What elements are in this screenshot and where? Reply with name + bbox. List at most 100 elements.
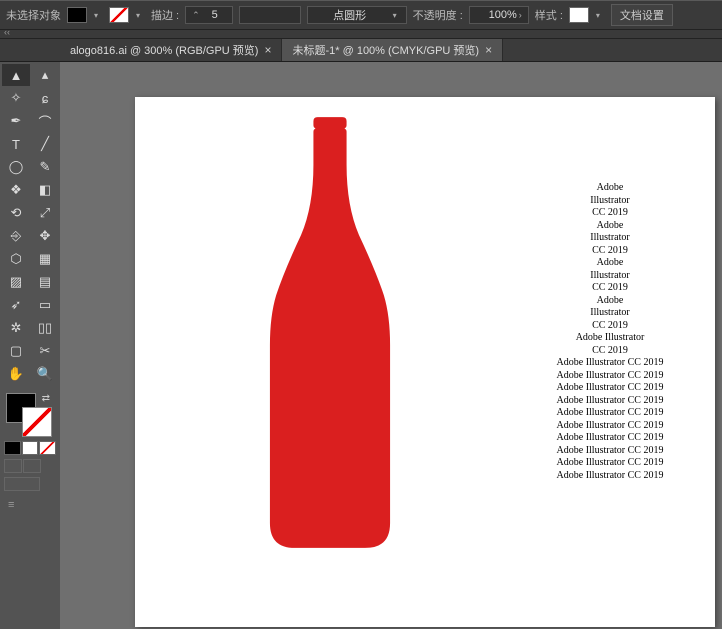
document-setup-button[interactable]: 文档设置: [611, 4, 673, 26]
color-mode-gradient-icon[interactable]: [22, 441, 39, 455]
opacity-value: 100%: [474, 9, 517, 21]
style-label: 样式 :: [535, 7, 563, 23]
watermark-line: CC 2019: [545, 282, 675, 295]
tab-alogo816[interactable]: alogo816.ai @ 300% (RGB/GPU 预览) ×: [60, 39, 282, 61]
watermark-line: Adobe: [545, 257, 675, 270]
fill-stroke-control[interactable]: ⇄: [6, 393, 52, 437]
watermark-line: Adobe: [545, 295, 675, 308]
fill-swatch-icon: [67, 7, 87, 23]
stroke-width-profile-combo[interactable]: [239, 6, 301, 24]
close-icon[interactable]: ×: [485, 44, 492, 56]
canvas-area[interactable]: AdobeIllustratorCC 2019AdobeIllustratorC…: [60, 62, 722, 629]
screen-mode-button[interactable]: [4, 477, 56, 491]
swap-fill-stroke-icon[interactable]: ⇄: [42, 393, 50, 404]
line-segment-tool[interactable]: ╱: [31, 133, 59, 155]
artboard-tool[interactable]: ▢: [2, 340, 30, 362]
brush-profile-field[interactable]: 点圆形 ▾: [307, 6, 407, 24]
watermark-line: Adobe Illustrator CC 2019: [545, 395, 675, 408]
watermark-line: Illustrator: [545, 307, 675, 320]
chevron-down-icon: ▾: [89, 8, 103, 22]
chevron-updown-icon: ⌃: [190, 10, 202, 21]
rotate-tool[interactable]: ⟲: [2, 202, 30, 224]
artboard: AdobeIllustratorCC 2019AdobeIllustratorC…: [135, 97, 715, 627]
slice-tool[interactable]: ✂: [31, 340, 59, 362]
direct-selection-tool[interactable]: ▴: [31, 64, 59, 86]
panel-drag-handle-icon[interactable]: ≡: [8, 499, 60, 511]
watermark-line: Adobe Illustrator CC 2019: [545, 445, 675, 458]
stroke-weight-input[interactable]: ⌃: [185, 6, 233, 24]
pen-tool[interactable]: ✒: [2, 110, 30, 132]
watermark-line: CC 2019: [545, 207, 675, 220]
watermark-line: Adobe Illustrator CC 2019: [545, 370, 675, 383]
style-swatch-icon: [569, 7, 589, 23]
mesh-tool[interactable]: ▨: [2, 271, 30, 293]
paintbrush-tool[interactable]: ✎: [31, 156, 59, 178]
watermark-line: Adobe Illustrator CC 2019: [545, 357, 675, 370]
type-tool[interactable]: T: [2, 133, 30, 155]
wine-bottle-shape[interactable]: [265, 115, 395, 550]
tools-panel: ▲▴✧ɕ✒⌒T╱◯✎❖◧⟲⤢⎆✥⬡▦▨▤➶▭✲▯▯▢✂✋🔍 ⇄ ≡: [0, 62, 60, 629]
watermark-line: Adobe Illustrator: [545, 332, 675, 345]
selection-tool[interactable]: ▲: [2, 64, 30, 86]
brush-profile-group[interactable]: 点圆形 ▾: [307, 6, 407, 24]
screen-mode-icon[interactable]: [4, 459, 22, 473]
watermark-line: Adobe Illustrator CC 2019: [545, 457, 675, 470]
watermark-line: Illustrator: [545, 232, 675, 245]
fill-swatch-group[interactable]: ▾: [67, 7, 103, 23]
graphic-style-combo[interactable]: ▾: [569, 7, 605, 23]
collapse-bar[interactable]: [0, 30, 722, 39]
chevron-right-icon: ›: [517, 10, 524, 20]
eraser-tool[interactable]: ◧: [31, 179, 59, 201]
stroke-weight-field[interactable]: [202, 8, 228, 22]
tab-label: alogo816.ai @ 300% (RGB/GPU 预览): [70, 42, 258, 58]
eyedropper-tool[interactable]: ➶: [2, 294, 30, 316]
zoom-tool[interactable]: 🔍: [31, 363, 59, 385]
shape-builder-tool[interactable]: ⬡: [2, 248, 30, 270]
gradient-tool[interactable]: ▤: [31, 271, 59, 293]
chevron-down-icon: ▾: [131, 8, 145, 22]
shaper-tool[interactable]: ❖: [2, 179, 30, 201]
screen-mode-row: [4, 459, 56, 473]
watermark-line: Adobe Illustrator CC 2019: [545, 407, 675, 420]
close-icon[interactable]: ×: [264, 44, 271, 56]
symbol-sprayer-tool[interactable]: ✲: [2, 317, 30, 339]
curvature-tool[interactable]: ⌒: [31, 110, 59, 132]
stroke-swatch-group[interactable]: ▾: [109, 7, 145, 23]
magic-wand-tool[interactable]: ✧: [2, 87, 30, 109]
watermark-line: Adobe Illustrator CC 2019: [545, 432, 675, 445]
opacity-input[interactable]: 100% ›: [469, 6, 529, 24]
hand-tool[interactable]: ✋: [2, 363, 30, 385]
scale-tool[interactable]: ⤢: [31, 202, 59, 224]
perspective-grid-tool[interactable]: ▦: [31, 248, 59, 270]
chevron-down-icon: ▾: [388, 8, 402, 22]
blend-tool[interactable]: ▭: [31, 294, 59, 316]
ellipse-tool[interactable]: ◯: [2, 156, 30, 178]
draw-mode-icon[interactable]: [23, 459, 41, 473]
bottle-path: [270, 117, 390, 548]
control-bar: 未选择对象 ▾ ▾ 描边 : ⌃ 点圆形 ▾ 不透明度 : 100% › 样式 …: [0, 0, 722, 30]
stroke-color-icon[interactable]: [22, 407, 52, 437]
screen-mode-toggle-icon: [4, 477, 40, 491]
watermark-line: Adobe Illustrator CC 2019: [545, 382, 675, 395]
tab-label: 未标题-1* @ 100% (CMYK/GPU 预览): [292, 42, 479, 58]
color-mode-none-icon[interactable]: [39, 441, 56, 455]
column-graph-tool[interactable]: ▯▯: [31, 317, 59, 339]
opacity-label: 不透明度 :: [413, 7, 463, 23]
watermark-line: Illustrator: [545, 195, 675, 208]
color-mode-solid-icon[interactable]: [4, 441, 21, 455]
lasso-tool[interactable]: ɕ: [31, 87, 59, 109]
watermark-line: CC 2019: [545, 320, 675, 333]
watermark-line: Illustrator: [545, 270, 675, 283]
chevron-down-icon: ▾: [591, 8, 605, 22]
watermark-line: CC 2019: [545, 245, 675, 258]
workspace: ▲▴✧ɕ✒⌒T╱◯✎❖◧⟲⤢⎆✥⬡▦▨▤➶▭✲▯▯▢✂✋🔍 ⇄ ≡: [0, 62, 722, 629]
free-transform-tool[interactable]: ✥: [31, 225, 59, 247]
bottle-svg-icon: [265, 115, 395, 550]
watermark-text-block: AdobeIllustratorCC 2019AdobeIllustratorC…: [545, 182, 675, 482]
tool-grid: ▲▴✧ɕ✒⌒T╱◯✎❖◧⟲⤢⎆✥⬡▦▨▤➶▭✲▯▯▢✂✋🔍: [0, 62, 60, 387]
selection-state-label: 未选择对象: [6, 7, 61, 23]
width-tool[interactable]: ⎆: [2, 225, 30, 247]
watermark-line: Adobe: [545, 182, 675, 195]
watermark-line: CC 2019: [545, 345, 675, 358]
tab-untitled-1[interactable]: 未标题-1* @ 100% (CMYK/GPU 预览) ×: [282, 39, 503, 61]
